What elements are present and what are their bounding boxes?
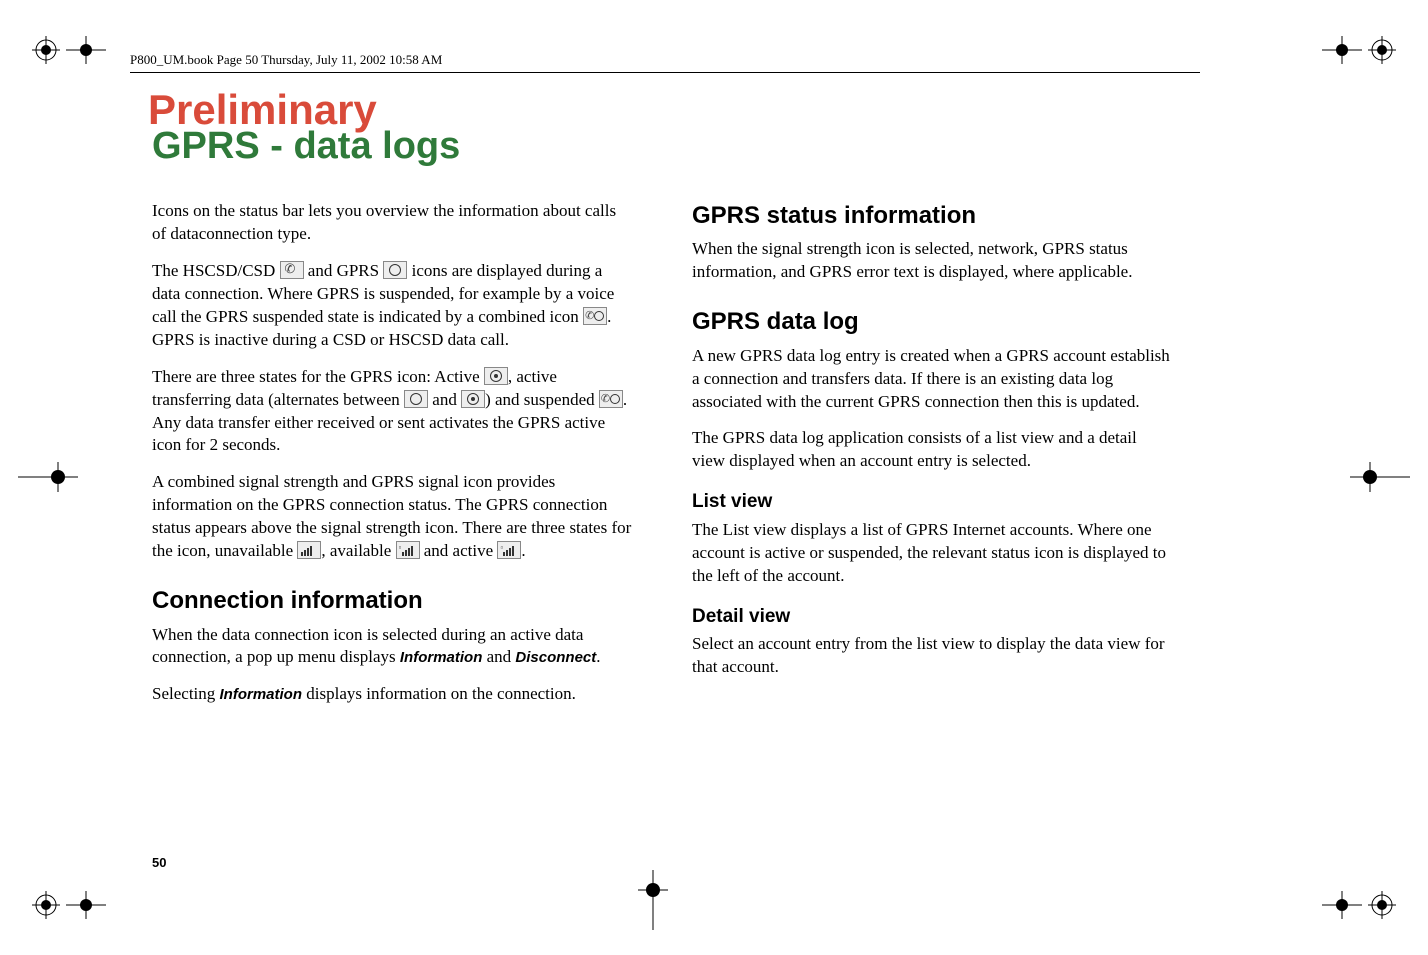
gprs-available-icon xyxy=(396,541,420,559)
gprs-suspended-combined-icon xyxy=(583,307,607,325)
detail-view-paragraph: Select an account entry from the list vi… xyxy=(692,633,1172,679)
page-number: 50 xyxy=(152,855,166,870)
signal-strength-paragraph: A combined signal strength and GPRS sign… xyxy=(152,471,632,563)
registration-mark-top-left xyxy=(32,36,106,64)
registration-mark-top-right xyxy=(1322,36,1396,64)
gprs-suspended-icon xyxy=(599,390,623,408)
gprs-active-signal-icon xyxy=(497,541,521,559)
page-title: GPRS - data logs xyxy=(152,125,460,168)
information-menu-item-2: Information xyxy=(220,686,303,703)
detail-view-heading: Detail view xyxy=(692,604,1172,630)
list-view-heading: List view xyxy=(692,489,1172,515)
registration-mark-right-mid xyxy=(1350,462,1410,492)
selecting-information-paragraph: Selecting Information displays informati… xyxy=(152,683,632,706)
gprs-icon xyxy=(383,261,407,279)
disconnect-menu-item: Disconnect xyxy=(515,649,596,666)
intro-paragraph: Icons on the status bar lets you overvie… xyxy=(152,200,632,246)
gprs-transfer-a-icon xyxy=(404,390,428,408)
information-menu-item: Information xyxy=(400,649,483,666)
gprs-datalog-p2: The GPRS data log application consists o… xyxy=(692,427,1172,473)
registration-mark-bottom-mid xyxy=(638,870,668,930)
gprs-unavailable-icon xyxy=(297,541,321,559)
header-rule xyxy=(130,72,1200,73)
gprs-data-log-heading: GPRS data log xyxy=(692,306,1172,338)
gprs-status-heading: GPRS status information xyxy=(692,200,1172,232)
registration-mark-bottom-right xyxy=(1322,891,1396,919)
page-header: P800_UM.book Page 50 Thursday, July 11, … xyxy=(130,52,442,68)
registration-mark-bottom-left xyxy=(32,891,106,919)
right-column: GPRS status information When the signal … xyxy=(692,200,1172,693)
gprs-active-icon xyxy=(484,367,508,385)
connection-popup-paragraph: When the data connection icon is selecte… xyxy=(152,624,632,670)
hscsd-csd-icon xyxy=(280,261,304,279)
gprs-status-paragraph: When the signal strength icon is selecte… xyxy=(692,238,1172,284)
connection-information-heading: Connection information xyxy=(152,585,632,617)
list-view-paragraph: The List view displays a list of GPRS In… xyxy=(692,519,1172,588)
icons-paragraph: The HSCSD/CSD and GPRS icons are display… xyxy=(152,260,632,352)
gprs-states-paragraph: There are three states for the GPRS icon… xyxy=(152,366,632,458)
gprs-transfer-b-icon xyxy=(461,390,485,408)
gprs-datalog-p1: A new GPRS data log entry is created whe… xyxy=(692,345,1172,414)
left-column: Icons on the status bar lets you overvie… xyxy=(152,200,632,720)
registration-mark-left-mid xyxy=(18,462,78,492)
